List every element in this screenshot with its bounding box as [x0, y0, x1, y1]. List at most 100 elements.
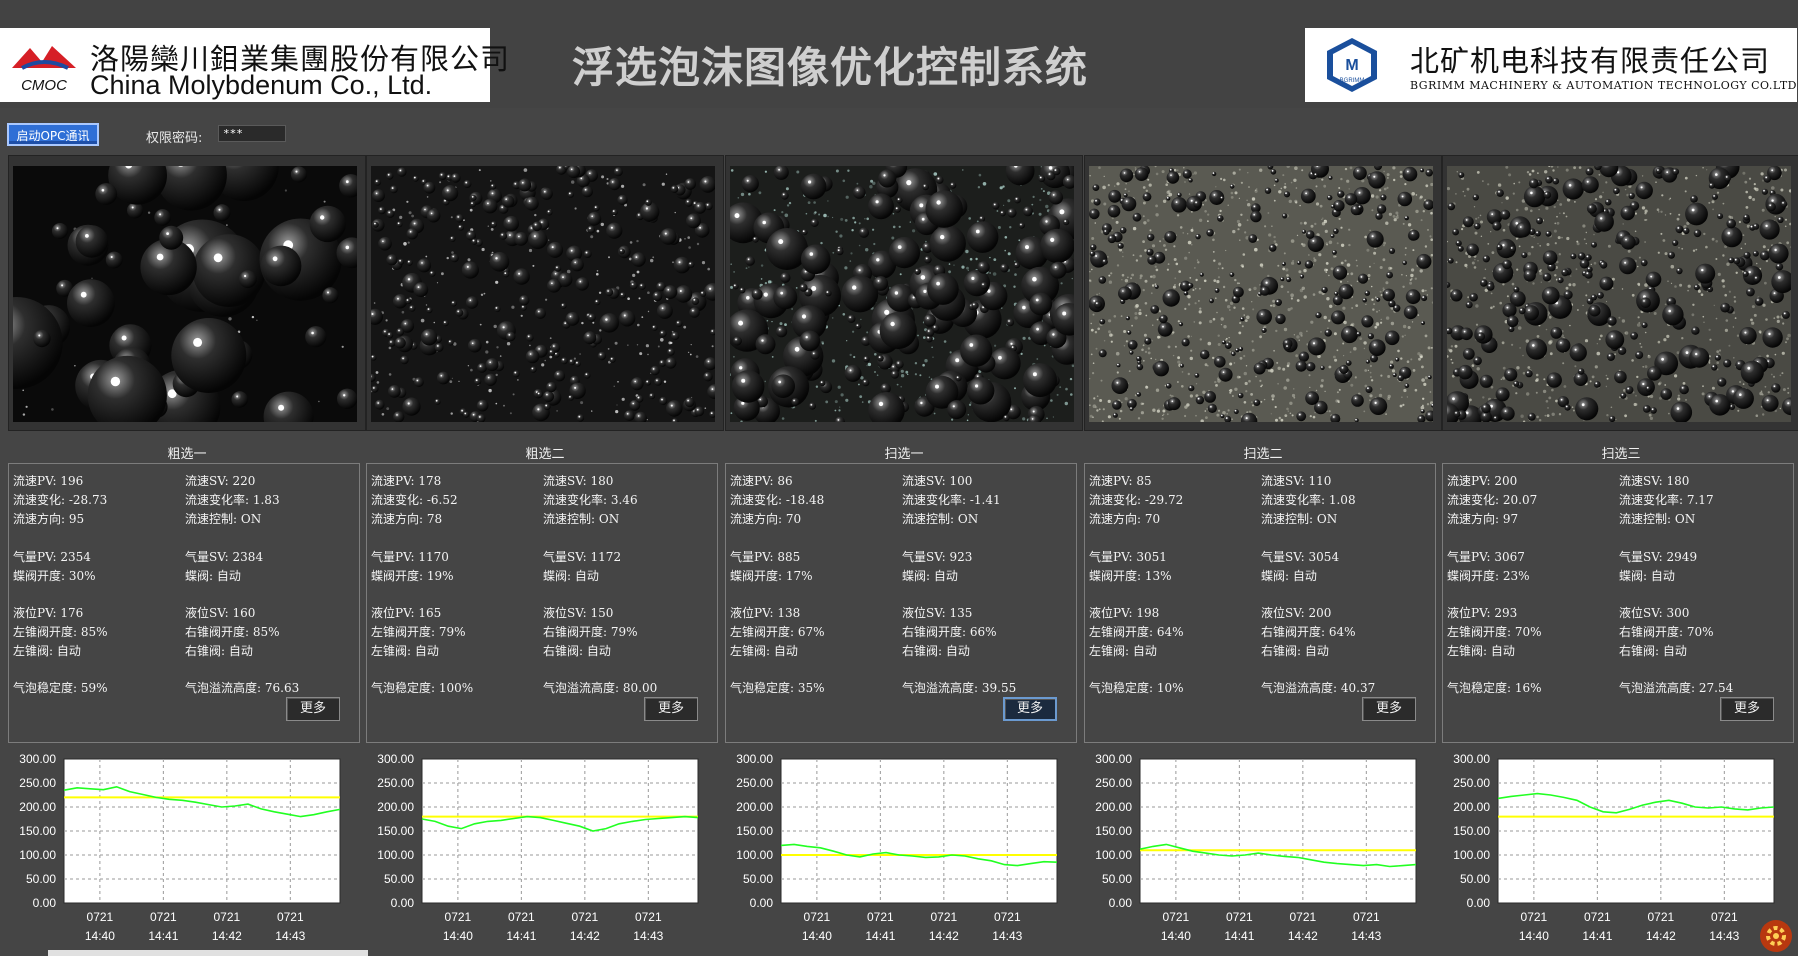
y-tick-label: 300.00	[19, 752, 56, 766]
value-bubble-overflow: 气泡溢流高度: 76.63	[185, 681, 300, 695]
x-tick-label: 14:42	[1288, 929, 1318, 943]
y-tick-label: 250.00	[1095, 776, 1132, 790]
x-tick-label: 14:40	[802, 929, 832, 943]
value-bubble-stability: 气泡稳定度: 100%	[371, 681, 474, 695]
value-flow-dir: 流速方向: 70	[1089, 512, 1161, 526]
x-tick-label: 14:41	[865, 929, 895, 943]
x-tick-label: 14:42	[1646, 929, 1676, 943]
flotation-cell-1: 粗选一 流速PV: 196 流速SV: 220 流速变化: -28.73 流速变化率: …	[8, 155, 366, 955]
y-tick-label: 150.00	[1095, 824, 1132, 838]
x-tick-label: 0721	[930, 910, 957, 924]
flotation-cell-3: 扫选一 流速PV: 86 流速SV: 100 流速变化: -18.48 流速变化率: -…	[725, 155, 1083, 955]
y-tick-label: 0.00	[1467, 896, 1491, 910]
y-tick-label: 200.00	[1095, 800, 1132, 814]
value-left-cone: 左锥阀: 自动	[13, 644, 81, 658]
y-tick-label: 0.00	[391, 896, 415, 910]
value-flow-pv: 流速PV: 196	[13, 474, 84, 488]
value-left-cone-open: 左锥阀开度: 64%	[1089, 625, 1184, 639]
value-flow-ctrl: 流速控制: ON	[185, 512, 262, 526]
start-opc-button[interactable]: 启动OPC通讯	[7, 123, 99, 146]
value-air-pv: 气量PV: 1170	[371, 550, 449, 564]
x-tick-label: 14:42	[570, 929, 600, 943]
x-tick-label: 0721	[1711, 910, 1738, 924]
x-tick-label: 0721	[1521, 910, 1548, 924]
value-flow-change-rate: 流速变化率: 3.46	[543, 493, 638, 507]
value-left-cone: 左锥阀: 自动	[371, 644, 439, 658]
y-tick-label: 250.00	[377, 776, 414, 790]
y-tick-label: 50.00	[26, 872, 56, 886]
value-butterfly: 蝶阀: 自动	[543, 569, 599, 583]
y-tick-label: 200.00	[736, 800, 773, 814]
value-level-pv: 液位PV: 138	[730, 606, 801, 620]
y-tick-label: 250.00	[1453, 776, 1490, 790]
value-bubble-stability: 气泡稳定度: 59%	[13, 681, 108, 695]
flotation-cell-4: 扫选二 流速PV: 85 流速SV: 110 流速变化: -29.72 流速变化率: 1…	[1084, 155, 1442, 955]
x-tick-label: 0721	[1353, 910, 1380, 924]
header-bar: CMOC 洛陽欒川鉬業集團股份有限公司 China Molybdenum Co.…	[0, 0, 1798, 108]
company-left-en: China Molybdenum Co., Ltd.	[90, 70, 433, 100]
more-button[interactable]: 更多	[1003, 697, 1057, 721]
value-flow-dir: 流速方向: 97	[1447, 512, 1519, 526]
value-flow-change: 流速变化: 20.07	[1447, 493, 1538, 507]
x-tick-label: 14:43	[1351, 929, 1381, 943]
value-flow-change: 流速变化: -6.52	[371, 493, 458, 507]
value-level-sv: 液位SV: 300	[1619, 606, 1690, 620]
y-tick-label: 300.00	[736, 752, 773, 766]
value-flow-pv: 流速PV: 200	[1447, 474, 1518, 488]
x-tick-label: 0721	[445, 910, 472, 924]
cmoc-logo-panel: CMOC 洛陽欒川鉬業集團股份有限公司 China Molybdenum Co.…	[0, 28, 509, 102]
flotation-cell-2: 粗选二 流速PV: 178 流速SV: 180 流速变化: -6.52 流速变化率: 3…	[366, 155, 724, 955]
bottom-scroll-indicator	[48, 950, 368, 956]
value-air-sv: 气量SV: 923	[902, 550, 973, 564]
value-right-cone-open: 右锥阀开度: 66%	[902, 625, 997, 639]
value-flow-sv: 流速SV: 110	[1261, 474, 1332, 488]
value-flow-dir: 流速方向: 95	[13, 512, 85, 526]
more-button[interactable]: 更多	[644, 697, 698, 721]
y-tick-label: 100.00	[736, 848, 773, 862]
foam-camera-image	[13, 166, 357, 422]
y-tick-label: 150.00	[377, 824, 414, 838]
value-air-sv: 气量SV: 3054	[1261, 550, 1340, 564]
value-level-pv: 液位PV: 198	[1089, 606, 1160, 620]
x-tick-label: 14:43	[992, 929, 1022, 943]
value-bubble-overflow: 气泡溢流高度: 39.55	[902, 681, 1017, 695]
cell-data-panel: 流速PV: 178 流速SV: 180 流速变化: -6.52 流速变化率: 3.46…	[366, 463, 718, 743]
more-button[interactable]: 更多	[1720, 697, 1774, 721]
value-right-cone: 右锥阀: 自动	[185, 644, 253, 658]
y-tick-label: 300.00	[1095, 752, 1132, 766]
value-left-cone: 左锥阀: 自动	[1447, 644, 1515, 658]
x-tick-label: 0721	[213, 910, 240, 924]
y-tick-label: 200.00	[19, 800, 56, 814]
value-butterfly: 蝶阀: 自动	[902, 569, 958, 583]
value-flow-change: 流速变化: -28.73	[13, 493, 108, 507]
value-flow-change: 流速变化: -29.72	[1089, 493, 1184, 507]
trend-chart: 300.00 250.00 200.00 150.00 100.00 50.00 0.00 0…	[725, 749, 1083, 949]
more-button[interactable]: 更多	[1362, 697, 1416, 721]
value-left-cone-open: 左锥阀开度: 85%	[13, 625, 108, 639]
value-bubble-stability: 气泡稳定度: 35%	[730, 681, 825, 695]
x-tick-label: 0721	[867, 910, 894, 924]
svg-text:M: M	[1345, 57, 1358, 74]
value-flow-change-rate: 流速变化率: 1.83	[185, 493, 280, 507]
trend-chart: 300.00 250.00 200.00 150.00 100.00 50.00 0.00 0…	[8, 749, 366, 949]
y-tick-label: 300.00	[377, 752, 414, 766]
value-flow-change-rate: 流速变化率: 1.08	[1261, 493, 1356, 507]
more-button[interactable]: 更多	[286, 697, 340, 721]
y-tick-label: 0.00	[33, 896, 57, 910]
value-left-cone-open: 左锥阀开度: 70%	[1447, 625, 1542, 639]
value-air-pv: 气量PV: 3051	[1089, 550, 1167, 564]
value-flow-change-rate: 流速变化率: 7.17	[1619, 493, 1714, 507]
y-tick-label: 100.00	[1453, 848, 1490, 862]
trend-chart-svg: 300.00 250.00 200.00 150.00 100.00 50.00 0.00 0…	[1453, 752, 1775, 943]
system-tray-gear-icon[interactable]	[1758, 918, 1794, 954]
value-flow-dir: 流速方向: 78	[371, 512, 443, 526]
y-tick-label: 50.00	[1102, 872, 1132, 886]
foam-camera-image	[371, 166, 715, 422]
x-tick-label: 0721	[277, 910, 304, 924]
value-flow-pv: 流速PV: 178	[371, 474, 442, 488]
password-input[interactable]: ***	[218, 125, 286, 142]
app-title: 浮选泡沫图像优化控制系统	[571, 43, 1088, 92]
y-tick-label: 150.00	[1453, 824, 1490, 838]
value-butterfly-open: 蝶阀开度: 23%	[1447, 569, 1530, 583]
x-tick-label: 14:41	[506, 929, 536, 943]
